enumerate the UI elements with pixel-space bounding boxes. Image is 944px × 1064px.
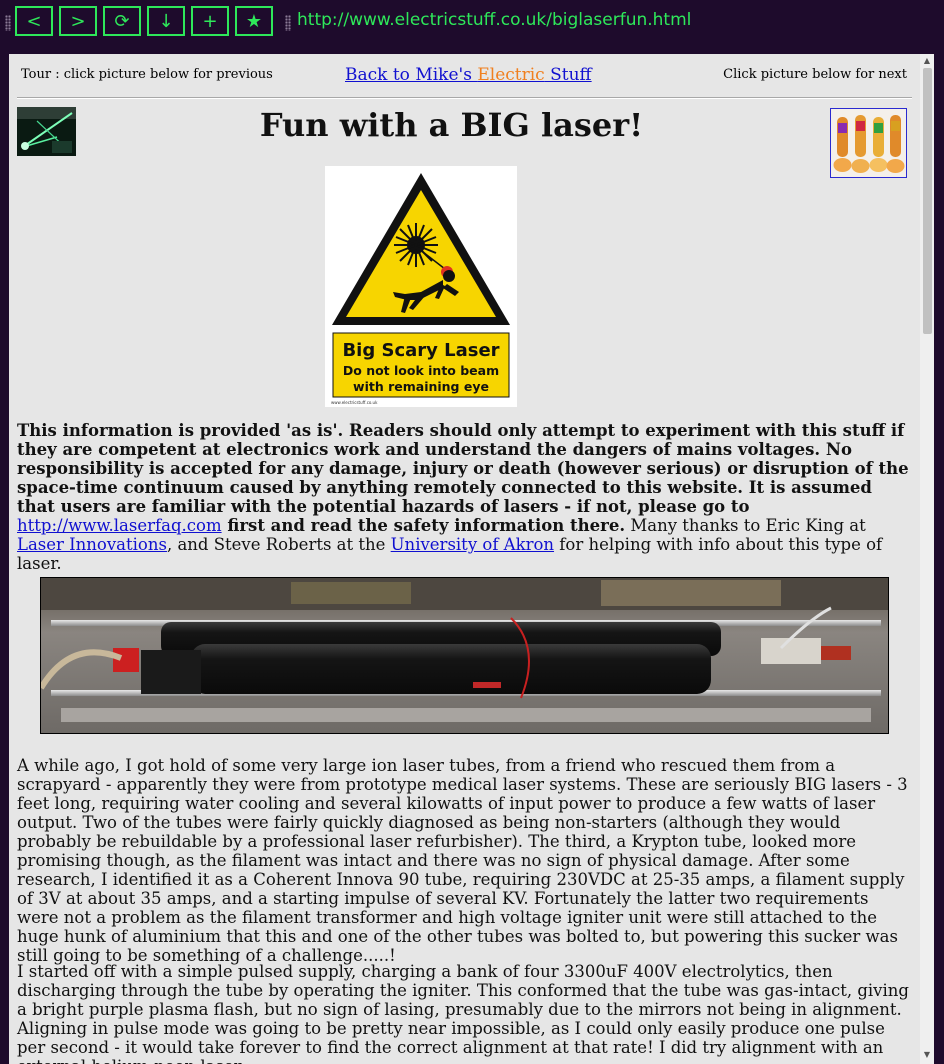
page-title: Fun with a BIG laser! — [259, 106, 644, 144]
paragraph-2: I started off with a simple pulsed suppl… — [17, 962, 909, 1064]
next-page-thumbnail[interactable] — [830, 108, 907, 178]
disclaimer-bold: This information is provided 'as is'. Re… — [17, 421, 909, 516]
bookmark-button[interactable]: ★ — [235, 6, 273, 36]
sign-line2: Do not look into beam — [343, 363, 499, 378]
url-bar[interactable]: http://www.electricstuff.co.uk/biglaserf… — [297, 10, 691, 30]
url-grip-icon[interactable] — [285, 15, 291, 31]
sign-line3: with remaining eye — [353, 379, 489, 394]
back-to-home-link[interactable]: Back to Mike's Electric Stuff — [345, 65, 592, 85]
tubes-image — [831, 109, 906, 177]
scroll-down-icon[interactable]: ▼ — [920, 1048, 934, 1062]
laser-burst-icon — [394, 223, 438, 267]
disclaimer-paragraph: This information is provided 'as is'. Re… — [17, 421, 912, 573]
paragraph-1: A while ago, I got hold of some very lar… — [17, 756, 908, 965]
disclaimer-bold-2: first and read the safety information th… — [221, 516, 626, 535]
forward-button[interactable]: > — [59, 6, 97, 36]
laser-warning-sign: Big Scary Laser Do not look into beam wi… — [325, 166, 517, 407]
tour-next-text: Click picture below for next — [723, 67, 907, 82]
browser-toolbar: < > ⟳ ↓ + ★ http://www.electricstuff.co.… — [0, 0, 944, 46]
scrollbar-thumb[interactable] — [923, 68, 932, 334]
vertical-scrollbar[interactable]: ▲ ▼ — [920, 54, 934, 1064]
laserfaq-link[interactable]: http://www.laserfaq.com — [17, 516, 222, 535]
sign-small-url: www.electricstuff.co.uk — [331, 400, 378, 405]
download-button[interactable]: ↓ — [147, 6, 185, 36]
window-edge — [934, 46, 944, 1064]
new-tab-button[interactable]: + — [191, 6, 229, 36]
scroll-up-icon[interactable]: ▲ — [920, 54, 934, 68]
back-link-stuff: Stuff — [544, 65, 592, 85]
tour-prev-text: Tour : click picture below for previous — [21, 67, 273, 82]
back-button[interactable]: < — [15, 6, 53, 36]
back-link-text: Back to Mike's — [345, 65, 478, 85]
toolbar-grip-icon[interactable] — [5, 15, 11, 31]
tour-navigation: Tour : click picture below for previous … — [9, 54, 920, 98]
divider — [17, 97, 912, 99]
page-viewport: Tour : click picture below for previous … — [9, 54, 920, 1064]
reload-button[interactable]: ⟳ — [103, 6, 141, 36]
laser-tube-photo — [38, 577, 889, 734]
laser-innovations-link[interactable]: Laser Innovations — [17, 535, 167, 554]
back-link-electric: Electric — [477, 65, 545, 85]
thanks-text-1: Many thanks to Eric King at — [625, 516, 866, 535]
university-of-akron-link[interactable]: University of Akron — [391, 535, 554, 554]
thanks-text-2: , and Steve Roberts at the — [166, 535, 391, 554]
sign-line1: Big Scary Laser — [342, 340, 499, 361]
